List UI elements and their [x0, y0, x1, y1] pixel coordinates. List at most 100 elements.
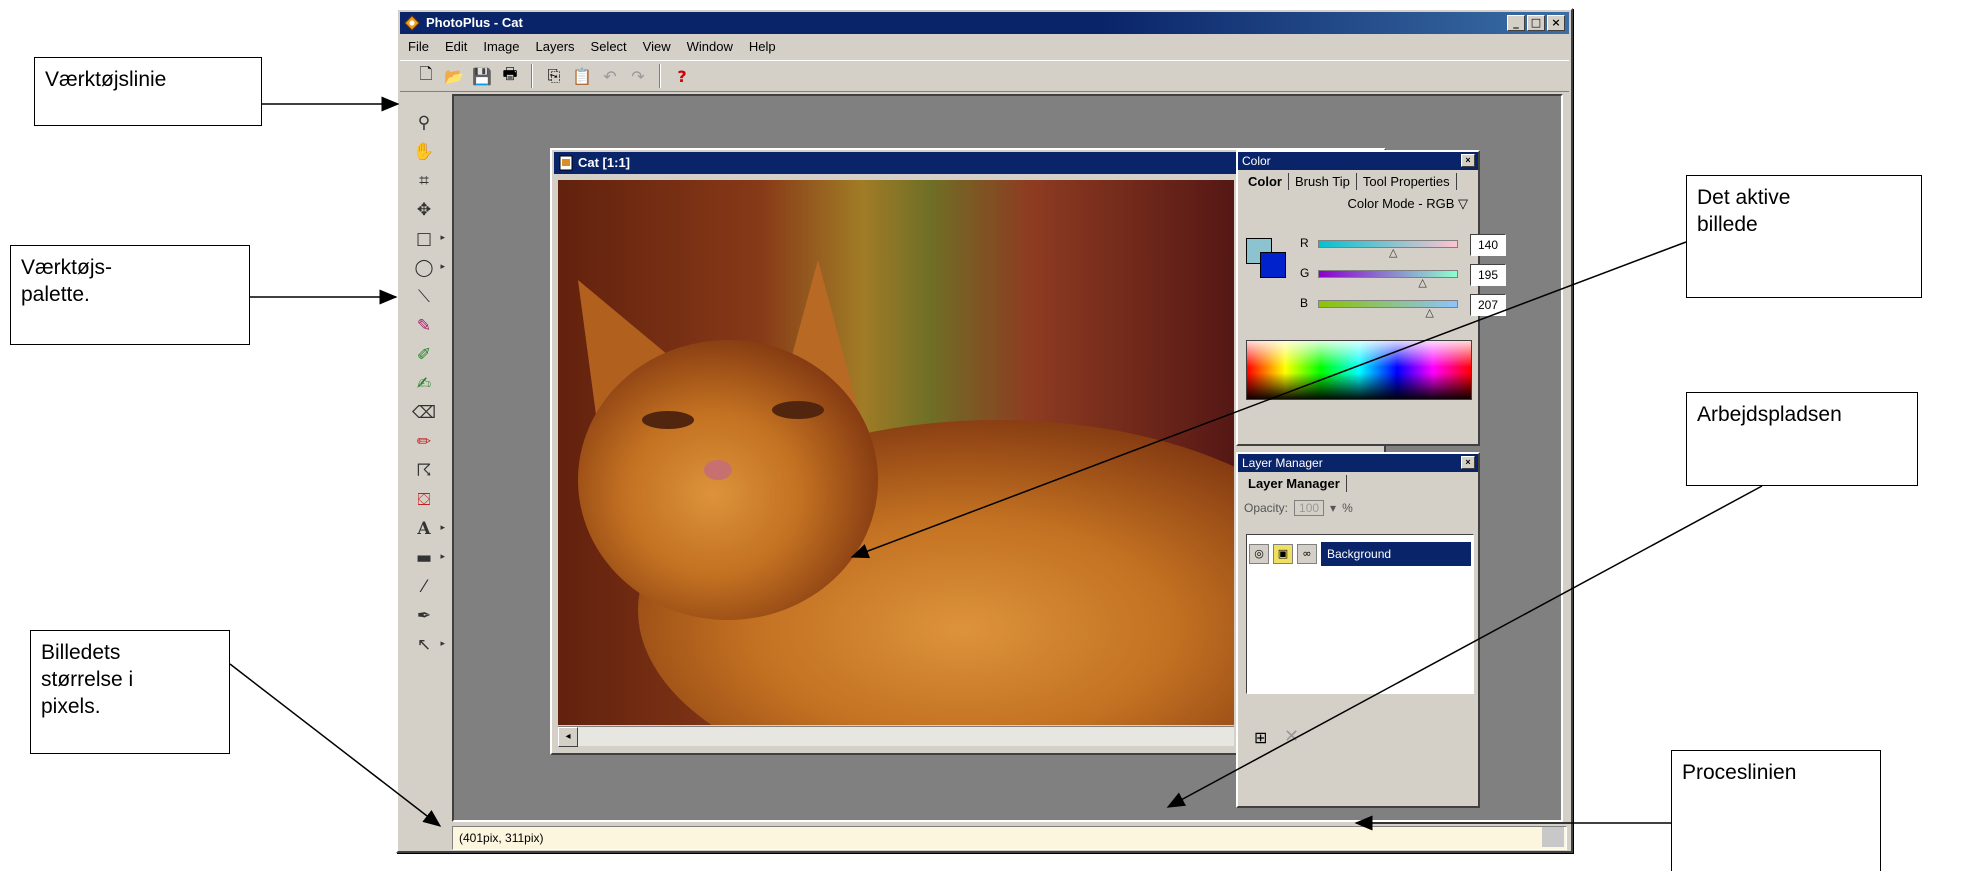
new-file-icon[interactable]: 🗋	[414, 64, 438, 88]
zoom-tool-icon[interactable]: ⚲	[409, 108, 439, 137]
window-titlebar[interactable]: PhotoPlus - Cat _ □ ×	[400, 12, 1569, 34]
tab-color[interactable]: Color	[1242, 173, 1289, 190]
blue-value-field[interactable]: 207	[1470, 294, 1506, 316]
resize-grip[interactable]	[1542, 827, 1564, 847]
toolbar-separator	[659, 64, 661, 88]
pencil-tool-icon[interactable]: ✐	[409, 340, 439, 369]
blue-channel-label: B	[1300, 296, 1309, 310]
scroll-left-icon[interactable]: ◂	[558, 727, 578, 747]
green-channel-slider[interactable]: G △ 195	[1300, 264, 1506, 289]
status-bar: (401pix, 311pix)	[452, 826, 1567, 850]
paste-icon[interactable]: 📋	[570, 64, 594, 88]
tab-brush-tip[interactable]: Brush Tip	[1289, 173, 1357, 190]
menu-image[interactable]: Image	[475, 36, 527, 58]
menu-edit[interactable]: Edit	[437, 36, 475, 58]
smudge-tool-icon[interactable]: ☈	[409, 456, 439, 485]
delete-layer-icon[interactable]: ✕	[1284, 726, 1299, 747]
layer-panel-titlebar[interactable]: Layer Manager ×	[1238, 454, 1478, 472]
color-spectrum[interactable]	[1246, 340, 1472, 400]
fill-tool-icon[interactable]: ⛋	[409, 485, 439, 514]
green-channel-label: G	[1300, 266, 1310, 280]
opacity-unit: %	[1342, 501, 1353, 515]
undo-icon[interactable]: ↶	[598, 64, 622, 88]
tab-layer-manager[interactable]: Layer Manager	[1242, 475, 1347, 492]
save-icon[interactable]: 💾	[470, 64, 494, 88]
red-value-field[interactable]: 140	[1470, 234, 1506, 256]
shape-tool-icon[interactable]: ▬ ▸	[409, 543, 445, 572]
tab-tool-properties[interactable]: Tool Properties	[1357, 173, 1457, 190]
ellipse-select-icon[interactable]: ◯ ▸	[409, 253, 445, 282]
color-mode-select[interactable]: Color Mode - RGB ▽	[1347, 196, 1468, 212]
color-mode-label: Color Mode - RGB	[1347, 196, 1455, 211]
callout-status-line: Proceslinien	[1671, 750, 1881, 871]
opacity-label: Opacity:	[1244, 501, 1289, 515]
redo-icon[interactable]: ↷	[626, 64, 650, 88]
blue-thumb-icon[interactable]: △	[1425, 306, 1433, 319]
layer-lock-icon[interactable]: ▣	[1273, 544, 1293, 564]
menu-file[interactable]: File	[400, 36, 437, 58]
clone-tool-icon[interactable]: ✍	[409, 369, 439, 398]
print-icon[interactable]: 🖶	[498, 64, 522, 88]
color-picker-icon[interactable]: ✒	[409, 601, 439, 630]
green-value-field[interactable]: 195	[1470, 264, 1506, 286]
menu-help[interactable]: Help	[741, 36, 784, 58]
green-thumb-icon[interactable]: △	[1418, 276, 1426, 289]
line-tool-icon[interactable]: ⟍	[409, 282, 439, 311]
straight-line-icon[interactable]: ⁄	[409, 572, 439, 601]
red-channel-slider[interactable]: R △ 140	[1300, 234, 1506, 259]
layer-link-icon[interactable]: ∞	[1297, 544, 1317, 564]
crop-tool-icon[interactable]: ⌗	[409, 166, 439, 195]
horizontal-scrollbar[interactable]: ◂	[558, 726, 1234, 747]
red-track[interactable]	[1318, 240, 1458, 248]
open-folder-icon[interactable]: 📂	[442, 64, 466, 88]
close-icon[interactable]: ×	[1461, 456, 1475, 469]
blue-track[interactable]	[1318, 300, 1458, 308]
new-layer-icon[interactable]: ⊞	[1254, 728, 1267, 747]
menu-view[interactable]: View	[635, 36, 679, 58]
toolbar-separator	[531, 64, 533, 88]
layer-visibility-icon[interactable]: ◎	[1249, 544, 1269, 564]
menu-select[interactable]: Select	[583, 36, 635, 58]
color-replace-icon[interactable]: ✏	[409, 427, 439, 456]
opacity-control: Opacity: 100 ▾ %	[1244, 500, 1353, 516]
callout-toolbar: Værktøjslinie	[34, 57, 262, 126]
layer-panel-tabs: Layer Manager	[1238, 472, 1478, 492]
copy-icon[interactable]: ⎘	[542, 64, 566, 88]
chevron-down-icon: ▽	[1458, 196, 1468, 211]
layer-panel-title: Layer Manager	[1242, 456, 1323, 470]
document-icon	[559, 155, 573, 171]
rectangle-select-icon[interactable]: □ ▸	[409, 224, 445, 253]
hand-tool-icon[interactable]: ✋	[409, 137, 439, 166]
layer-name[interactable]: Background	[1321, 542, 1471, 566]
cat-image-canvas[interactable]	[558, 180, 1234, 725]
tool-palette: ⚲ ✋ ⌗ ✥ □ ▸ ◯ ▸ ⟍ ✎ ✐ ✍ ⌫ ✏ ☈ ⛋ A ▸ ▬ ▸ ⁄ ✒ …	[400, 94, 448, 834]
menu-bar: File Edit Image Layers Select View Windo…	[400, 36, 1569, 58]
image-size-status: (401pix, 311pix)	[459, 831, 544, 845]
layer-row-background[interactable]: ◎ ▣ ∞ Background	[1249, 541, 1471, 567]
brush-tool-icon[interactable]: ✎	[409, 311, 439, 340]
menu-layers[interactable]: Layers	[528, 36, 583, 58]
document-title: Cat [1:1]	[578, 155, 631, 170]
layer-list: ◎ ▣ ∞ Background	[1246, 534, 1474, 694]
callout-active-image: Det aktive billede	[1686, 175, 1922, 298]
opacity-field[interactable]: 100	[1294, 500, 1325, 516]
green-track[interactable]	[1318, 270, 1458, 278]
cat-photo	[558, 180, 1234, 725]
pointer-tool-icon[interactable]: ↖ ▸	[409, 630, 445, 659]
help-icon[interactable]: ?	[670, 64, 694, 88]
move-tool-icon[interactable]: ✥	[409, 195, 439, 224]
eraser-tool-icon[interactable]: ⌫	[409, 398, 439, 427]
blue-channel-slider[interactable]: B △ 207	[1300, 294, 1506, 319]
chevron-down-icon[interactable]: ▾	[1330, 501, 1336, 515]
menu-window[interactable]: Window	[679, 36, 741, 58]
red-thumb-icon[interactable]: △	[1389, 246, 1397, 259]
background-color-swatch[interactable]	[1260, 252, 1286, 278]
maximize-button[interactable]: □	[1527, 15, 1545, 31]
close-icon[interactable]: ×	[1461, 154, 1475, 167]
color-panel-title: Color	[1242, 154, 1271, 168]
minimize-button[interactable]: _	[1507, 15, 1525, 31]
text-tool-icon[interactable]: A ▸	[409, 514, 445, 543]
callout-workspace: Arbejdspladsen	[1686, 392, 1918, 486]
close-button[interactable]: ×	[1547, 15, 1565, 31]
color-panel-titlebar[interactable]: Color ×	[1238, 152, 1478, 170]
